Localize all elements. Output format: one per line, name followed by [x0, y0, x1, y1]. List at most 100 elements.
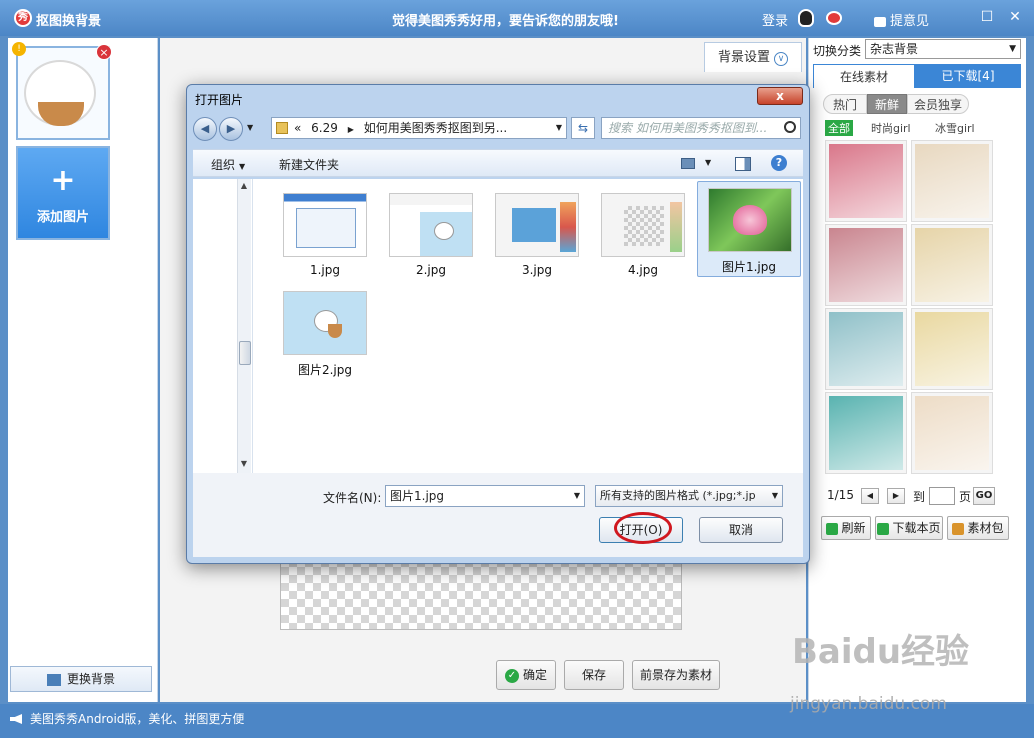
- status-message[interactable]: 美图秀秀Android版，美化、拼图更方便: [30, 710, 244, 727]
- material-tile[interactable]: [825, 392, 907, 474]
- material-tile[interactable]: [911, 140, 993, 222]
- change-background-button[interactable]: 更换背景: [10, 666, 152, 692]
- file-item-selected[interactable]: 图片1.jpg: [697, 181, 801, 277]
- new-folder-button[interactable]: 新建文件夹: [279, 156, 339, 173]
- navigation-pane[interactable]: ▲ ▼: [193, 179, 253, 525]
- breadcrumb-path[interactable]: 如何用美图秀秀抠图到另...: [364, 121, 507, 135]
- nav-scrollbar[interactable]: ▲ ▼: [237, 179, 251, 473]
- file-item[interactable]: 3.jpg: [485, 187, 589, 283]
- filetype-select[interactable]: 所有支持的图片格式 (*.jpg;*.jp ▼: [595, 485, 783, 507]
- filename-value: 图片1.jpg: [390, 489, 445, 503]
- material-tile[interactable]: [825, 308, 907, 390]
- filter-vip[interactable]: 会员独享: [907, 94, 969, 114]
- warning-badge: !: [12, 42, 26, 56]
- filename-input[interactable]: 图片1.jpg ▼: [385, 485, 585, 507]
- breadcrumb-overflow[interactable]: «: [294, 121, 301, 135]
- filter-hot[interactable]: 热门: [823, 94, 867, 114]
- save-as-material-button[interactable]: 前景存为素材: [632, 660, 720, 690]
- tab-downloaded[interactable]: 已下载[4]: [917, 64, 1019, 88]
- scroll-thumb[interactable]: [239, 341, 251, 365]
- watermark-url: jingyan.baidu.com: [790, 694, 947, 714]
- mascot-image: [24, 60, 96, 126]
- scroll-up-icon[interactable]: ▲: [238, 181, 250, 190]
- refresh-button[interactable]: 刷新: [821, 516, 871, 540]
- material-tile[interactable]: [825, 224, 907, 306]
- filename-dropdown-icon[interactable]: ▼: [574, 486, 580, 506]
- address-bar[interactable]: « 6.29 ▶ 如何用美图秀秀抠图到另... ▼: [271, 117, 567, 139]
- dialog-close-button[interactable]: x: [757, 87, 803, 105]
- app-logo-icon: 秀: [14, 9, 32, 27]
- view-dropdown-icon[interactable]: ▼: [705, 158, 711, 167]
- material-thumbnail: [829, 144, 903, 218]
- foreground-thumbnail[interactable]: ! ×: [12, 42, 112, 140]
- filetype-dropdown-icon: ▼: [771, 491, 778, 500]
- material-tabs: 在线素材 已下载[4]: [813, 64, 1021, 88]
- highlight-circle: [614, 512, 672, 544]
- material-tile[interactable]: [911, 392, 993, 474]
- search-icon[interactable]: [784, 121, 796, 133]
- recent-dropdown-icon[interactable]: ▼: [247, 123, 253, 132]
- title-bar: 秀 抠图换背景 觉得美图秀秀好用，要告诉您的朋友哦! 登录 提意见 ☐ ✕: [0, 0, 1034, 36]
- page-number-input[interactable]: [929, 487, 955, 505]
- file-item[interactable]: 4.jpg: [591, 187, 695, 283]
- save-button[interactable]: 保存: [564, 660, 624, 690]
- filter-row: 热门 新鲜 会员独享: [823, 94, 1019, 116]
- organize-menu[interactable]: 组织 ▼: [211, 156, 245, 173]
- breadcrumb-folder[interactable]: 6.29: [311, 121, 338, 135]
- chevron-down-icon: ∨: [774, 52, 788, 66]
- address-dropdown-icon[interactable]: ▼: [556, 118, 562, 138]
- search-placeholder: 搜索 如何用美图秀秀抠图到...: [608, 121, 768, 135]
- material-thumbnail: [915, 396, 989, 470]
- forward-icon[interactable]: ▶: [219, 117, 243, 141]
- file-item[interactable]: 图片2.jpg: [273, 285, 377, 381]
- file-thumbnail: [283, 193, 367, 257]
- file-item[interactable]: 2.jpg: [379, 187, 483, 283]
- page-indicator: 1/15: [827, 488, 854, 502]
- view-mode-icon[interactable]: [681, 158, 695, 169]
- material-thumbnail: [915, 312, 989, 386]
- add-image-label: 添加图片: [36, 210, 89, 225]
- filetype-value: 所有支持的图片格式 (*.jpg;*.jp: [600, 489, 756, 502]
- refresh-icon[interactable]: ⇆: [571, 117, 595, 139]
- file-name: 3.jpg: [521, 263, 553, 277]
- dialog-footer: 文件名(N): 图片1.jpg ▼ 所有支持的图片格式 (*.jpg;*.jp …: [193, 473, 803, 557]
- page-unit-label: 页: [959, 490, 972, 504]
- folder-icon: [276, 122, 288, 134]
- qq-icon[interactable]: [798, 9, 814, 27]
- back-icon[interactable]: ◀: [193, 117, 217, 141]
- go-button[interactable]: GO: [973, 487, 995, 505]
- feedback-link[interactable]: 提意见: [874, 10, 929, 29]
- subfilter-fashion-girl[interactable]: 时尚girl: [871, 120, 911, 136]
- search-input[interactable]: 搜索 如何用美图秀秀抠图到...: [601, 117, 801, 139]
- category-select[interactable]: 杂志背景 ▼: [865, 39, 1021, 59]
- download-page-button[interactable]: 下载本页: [875, 516, 943, 540]
- remove-icon[interactable]: ×: [96, 44, 112, 60]
- material-thumbnail: [829, 312, 903, 386]
- help-icon[interactable]: ?: [771, 155, 787, 171]
- material-tile[interactable]: [911, 308, 993, 390]
- file-name: 1.jpg: [309, 263, 341, 277]
- file-item[interactable]: 1.jpg: [273, 187, 377, 283]
- login-link[interactable]: 登录: [762, 10, 788, 29]
- window-title: 抠图换背景: [36, 14, 102, 29]
- cancel-button[interactable]: 取消: [699, 517, 783, 543]
- material-tile[interactable]: [911, 224, 993, 306]
- material-tile[interactable]: [825, 140, 907, 222]
- add-image-button[interactable]: + 添加图片: [16, 146, 110, 240]
- weibo-icon[interactable]: [826, 11, 842, 25]
- tab-online-material[interactable]: 在线素材: [813, 64, 915, 88]
- file-list: 1.jpg 2.jpg 3.jpg 4.jpg 图片1.jpg 图片2.jpg: [253, 179, 803, 473]
- prev-page-icon[interactable]: ◀: [861, 488, 879, 504]
- preview-pane-icon[interactable]: [735, 157, 751, 171]
- scroll-down-icon[interactable]: ▼: [238, 459, 250, 468]
- subfilter-ice-girl[interactable]: 冰雪girl: [935, 120, 975, 136]
- next-page-icon[interactable]: ▶: [887, 488, 905, 504]
- close-icon[interactable]: ✕: [1008, 10, 1022, 24]
- confirm-button[interactable]: ✓ 确定: [496, 660, 556, 690]
- background-settings-tab[interactable]: 背景设置 ∨: [704, 42, 802, 72]
- filter-new[interactable]: 新鲜: [867, 94, 907, 114]
- subfilter-all[interactable]: 全部: [825, 120, 853, 136]
- material-pack-button[interactable]: 素材包: [947, 516, 1009, 540]
- maximize-icon[interactable]: ☐: [980, 10, 994, 24]
- bg-settings-label: 背景设置: [717, 50, 770, 65]
